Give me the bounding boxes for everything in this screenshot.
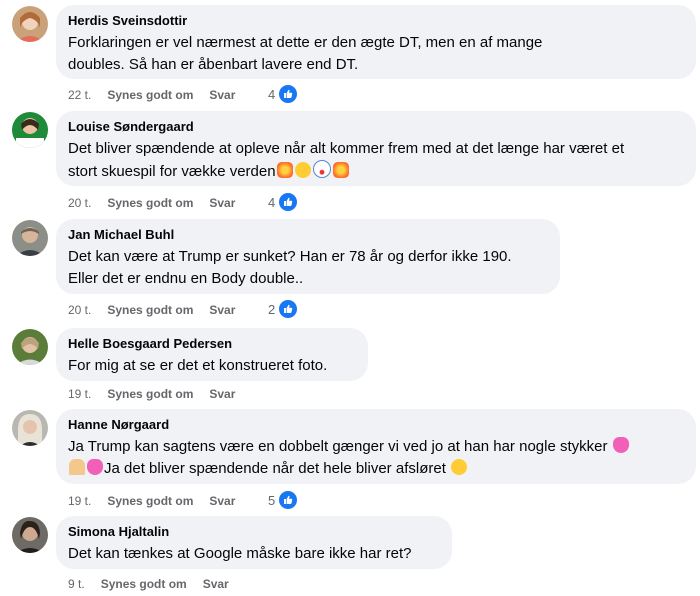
like-button[interactable]: Synes godt om <box>107 87 193 103</box>
comment-bubble: Simona Hjaltalin Det kan tænkes at Googl… <box>56 516 452 569</box>
comment-time[interactable]: 20 t. <box>68 302 91 318</box>
like-icon <box>277 298 300 320</box>
like-button[interactable]: Synes godt om <box>107 195 193 211</box>
reaction-count[interactable]: 4 <box>268 191 300 213</box>
reaction-count[interactable]: 2 <box>268 298 300 320</box>
comment-actions: 22 t. Synes godt om Svar <box>68 87 235 103</box>
clown-emoji <box>312 160 331 178</box>
reaction-count[interactable]: 5 <box>268 489 300 511</box>
comment-text-line: Eller det er endnu en Body double.. <box>68 270 304 287</box>
avatar[interactable] <box>12 220 48 256</box>
avatar[interactable] <box>12 410 48 446</box>
reply-button[interactable]: Svar <box>209 302 235 318</box>
like-icon <box>277 191 300 213</box>
reply-button[interactable]: Svar <box>209 87 235 103</box>
reaction-number: 4 <box>268 86 276 102</box>
avatar[interactable] <box>12 517 48 553</box>
comment-actions: 9 t. Synes godt om Svar <box>68 576 229 592</box>
comment-text: Ja Trump kan sagtens være en dobbelt gæn… <box>68 436 684 480</box>
like-button[interactable]: Synes godt om <box>107 386 193 402</box>
comment-time[interactable]: 19 t. <box>68 493 91 509</box>
dizzy-face-emoji <box>294 162 311 178</box>
reply-button[interactable]: Svar <box>203 576 229 592</box>
comment-text: Det kan tænkes at Google måske bare ikke… <box>68 543 440 565</box>
winking-face-emoji <box>451 459 468 475</box>
comment-actions: 19 t. Synes godt om Svar <box>68 386 235 402</box>
comment-author[interactable]: Helle Boesgaard Pedersen <box>68 336 356 352</box>
comment-bubble: Helle Boesgaard Pedersen For mig at se e… <box>56 328 368 381</box>
pink-heart-emoji <box>87 459 103 475</box>
comment-text-line: Ja det bliver spændende når det hele bli… <box>104 460 446 477</box>
comment-bubble: Herdis Sveinsdottir Forklaringen er vel … <box>56 5 696 79</box>
comment-author[interactable]: Hanne Nørgaard <box>68 417 684 433</box>
comment-time[interactable]: 9 t. <box>68 576 85 592</box>
like-icon <box>277 83 300 105</box>
avatar[interactable] <box>12 329 48 365</box>
reaction-number: 5 <box>268 492 276 508</box>
comment-author[interactable]: Herdis Sveinsdottir <box>68 13 684 29</box>
reply-button[interactable]: Svar <box>209 386 235 402</box>
comment-time[interactable]: 20 t. <box>68 195 91 211</box>
comment-text: Det bliver spændende at opleve når alt k… <box>68 138 684 183</box>
avatar[interactable] <box>12 6 48 42</box>
reaction-number: 4 <box>268 194 276 210</box>
comment-actions: 20 t. Synes godt om Svar <box>68 302 235 318</box>
comment-text: Forklaringen er vel nærmest at dette er … <box>68 32 684 76</box>
comment-author[interactable]: Simona Hjaltalin <box>68 524 440 540</box>
comment-bubble: Louise Søndergaard Det bliver spændende … <box>56 111 696 186</box>
explosion-emoji <box>332 162 349 178</box>
comment-author[interactable]: Louise Søndergaard <box>68 119 684 135</box>
reaction-count[interactable]: 4 <box>268 83 300 105</box>
comment-text-line: Ja Trump kan sagtens være en dobbelt gæn… <box>68 438 608 455</box>
comment-time[interactable]: 22 t. <box>68 87 91 103</box>
reaction-number: 2 <box>268 301 276 317</box>
comment-text-line: Det kan være at Trump er sunket? Han er … <box>68 248 512 265</box>
avatar[interactable] <box>12 112 48 148</box>
comment-text: Det kan være at Trump er sunket? Han er … <box>68 246 548 290</box>
like-icon <box>277 489 300 511</box>
comment-actions: 20 t. Synes godt om Svar <box>68 195 235 211</box>
comment-text-line: stort skuespil for vække verden <box>68 163 276 180</box>
comment-text-line: For mig at se er det et konstrueret foto… <box>68 357 328 374</box>
pink-heart-emoji <box>612 437 629 453</box>
like-button[interactable]: Synes godt om <box>101 576 187 592</box>
praying-hands-emoji <box>69 459 85 475</box>
reply-button[interactable]: Svar <box>209 493 235 509</box>
comment-author[interactable]: Jan Michael Buhl <box>68 227 548 243</box>
explosion-emoji <box>276 162 293 178</box>
comment-text: For mig at se er det et konstrueret foto… <box>68 355 356 377</box>
comment-time[interactable]: 19 t. <box>68 386 91 402</box>
comment-bubble: Jan Michael Buhl Det kan være at Trump e… <box>56 219 560 294</box>
comment-actions: 19 t. Synes godt om Svar <box>68 493 235 509</box>
comment-text-line: doubles. Så han er åbenbart lavere end D… <box>68 56 359 73</box>
comment-text-line: Forklaringen er vel nærmest at dette er … <box>68 34 543 51</box>
comment-text-line: Det kan tænkes at Google måske bare ikke… <box>68 545 412 562</box>
comment-text-line: Det bliver spændende at opleve når alt k… <box>68 140 625 157</box>
comment-bubble: Hanne Nørgaard Ja Trump kan sagtens være… <box>56 409 696 484</box>
reply-button[interactable]: Svar <box>209 195 235 211</box>
like-button[interactable]: Synes godt om <box>107 302 193 318</box>
like-button[interactable]: Synes godt om <box>107 493 193 509</box>
